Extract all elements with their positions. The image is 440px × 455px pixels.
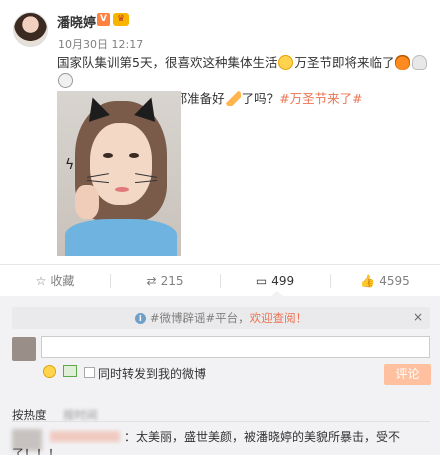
post-timestamp[interactable]: 10月30日 12:17 [58, 36, 143, 52]
photo-eye-left [103, 153, 113, 158]
photo-lips [115, 187, 129, 192]
repost-checkbox-label[interactable]: 同时转发到我的微博 [98, 365, 206, 382]
submit-comment-button[interactable]: 评论 [384, 364, 431, 385]
rumor-notice-bar: i #微博辟谣#平台， 欢迎查阅！ × [12, 307, 430, 329]
info-icon: i [134, 312, 146, 324]
post-text-part: 万圣节即将来临了 [294, 55, 395, 70]
favorite-button[interactable]: ☆ 收藏 [0, 265, 110, 296]
weibo-post: 潘晓婷 V ♛ 10月30日 12:17 国家队集训第5天，很喜欢这种集体生活 万… [0, 0, 440, 262]
author-name[interactable]: 潘晓婷 [57, 12, 96, 31]
broom-emoji-icon [225, 91, 241, 106]
close-icon[interactable]: × [413, 310, 423, 324]
star-icon: ☆ [35, 273, 47, 288]
member-badge-icon[interactable]: ♛ [113, 13, 129, 26]
pumpkin-emoji-icon [395, 55, 411, 70]
image-picker-icon[interactable] [63, 365, 77, 377]
post-text-part: 了吗？ [241, 91, 280, 106]
commenter-name[interactable] [50, 431, 120, 442]
repost-icon: ⇄ [146, 273, 157, 288]
lightning-icon: ϟ [65, 157, 75, 173]
post-photo[interactable]: ϟ [57, 91, 181, 256]
photo-shirt [65, 219, 177, 256]
repost-checkbox[interactable] [84, 367, 95, 378]
favorite-label: 收藏 [50, 274, 75, 288]
repost-count: 215 [160, 273, 184, 288]
notice-link[interactable]: 欢迎查阅！ [250, 310, 308, 326]
notice-text: #微博辟谣#平台， [149, 311, 250, 325]
hashtag-link[interactable]: #万圣节来了# [279, 91, 362, 106]
photo-hand [75, 185, 99, 219]
repost-button[interactable]: ⇄ 215 [110, 265, 220, 296]
devil-emoji-icon [58, 73, 73, 88]
like-count: 4595 [379, 273, 410, 288]
ghost-emoji-icon [412, 55, 428, 70]
photo-face [90, 123, 152, 205]
author-avatar[interactable] [13, 12, 48, 47]
comment-text-continued: 了！！！ [12, 447, 61, 455]
photo-eye-right [129, 153, 139, 158]
verified-badge-icon[interactable]: V [97, 13, 110, 26]
emoji-picker-icon[interactable] [43, 365, 56, 378]
post-action-bar: ☆ 收藏 ⇄ 215 ▭ 499 👍 4595 [0, 264, 440, 296]
comment-panel: i #微博辟谣#平台， 欢迎查阅！ × 同时转发到我的微博 评论 按热度 按时间 … [0, 296, 440, 455]
comment-text: ：太美丽，盛世美颜，被潘晓婷的美貌所暴击，受不 [124, 429, 424, 445]
like-button[interactable]: 👍 4595 [330, 265, 440, 296]
smile-emoji-icon [278, 55, 294, 70]
post-text-part: 国家队集训第5天，很喜欢这种集体生活 [57, 55, 278, 70]
comment-input[interactable] [41, 336, 430, 358]
comment-count: 499 [271, 273, 295, 288]
my-avatar [12, 337, 36, 361]
like-icon: 👍 [360, 273, 376, 288]
comment-text-line: ：太美丽，盛世美颜，被潘晓婷的美貌所暴击，受不 [124, 430, 401, 444]
divider [12, 421, 430, 422]
comment-icon: ▭ [255, 273, 268, 288]
